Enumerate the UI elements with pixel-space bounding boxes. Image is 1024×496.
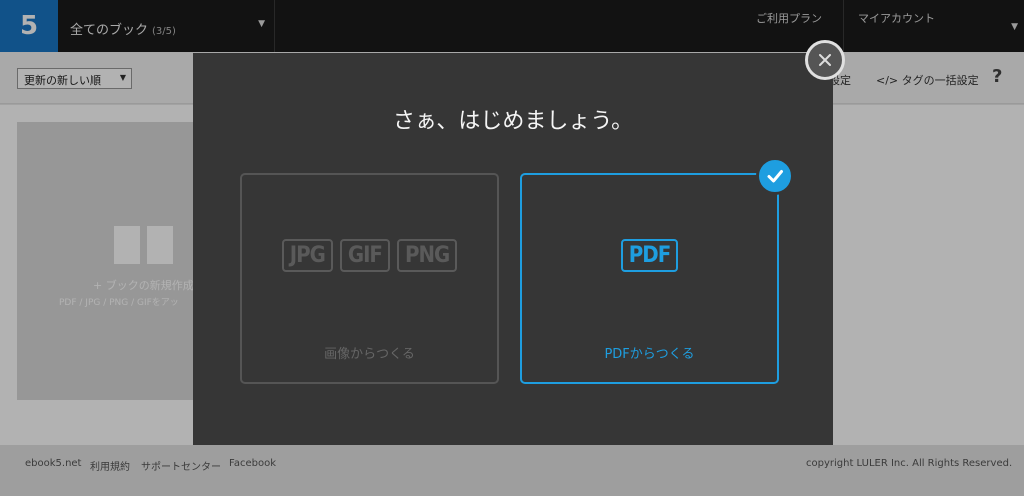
close-icon [819,54,831,66]
gif-badge: GIF [339,239,390,272]
create-from-image-option[interactable]: JPG GIF PNG 画像からつくる [240,173,499,384]
create-from-image-label: 画像からつくる [324,347,415,362]
create-from-pdf-option[interactable]: PDF PDFからつくる [520,173,779,384]
png-badge: PNG [396,239,458,272]
create-from-pdf-label: PDFからつくる [604,347,695,362]
jpg-badge: JPG [281,239,333,272]
close-modal-button[interactable] [805,40,845,80]
image-format-badges: JPG GIF PNG [242,239,497,272]
modal-title: さぁ、はじめましょう。 [392,109,634,134]
start-modal: さぁ、はじめましょう。 JPG GIF PNG 画像からつくる PDF PDFか… [193,53,833,445]
selected-check-icon [756,157,794,195]
pdf-badge: PDF [620,239,679,272]
pdf-format-badges: PDF [522,239,777,272]
